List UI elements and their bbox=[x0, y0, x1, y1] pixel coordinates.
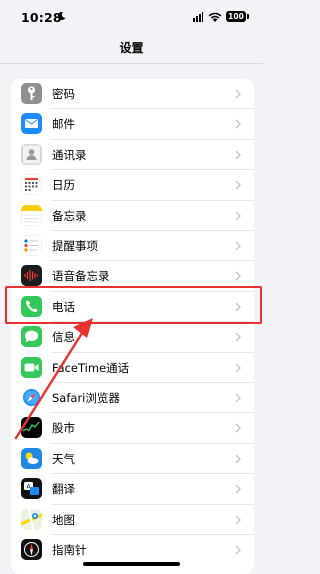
settings-item-label: 提醒事项 bbox=[52, 239, 98, 253]
chevron-right-icon bbox=[235, 332, 241, 342]
chevron-right-icon bbox=[235, 515, 241, 525]
highlight-box bbox=[5, 286, 262, 324]
settings-item-label: 天气 bbox=[52, 451, 75, 466]
weather-icon bbox=[21, 447, 42, 469]
chevron-right-icon bbox=[235, 211, 241, 221]
reminders-icon bbox=[21, 235, 42, 256]
battery-cap bbox=[247, 14, 249, 19]
settings-item-label: 股市 bbox=[52, 421, 75, 436]
home-indicator bbox=[83, 562, 180, 566]
dual-sim-icon bbox=[193, 12, 203, 22]
settings-item-label: 信息 bbox=[52, 330, 75, 345]
settings-item-label: 邮件 bbox=[52, 117, 75, 132]
settings-item-stocks[interactable]: 股市 bbox=[11, 413, 254, 444]
page-title: 设置 bbox=[119, 41, 144, 55]
settings-item-notes[interactable]: 备忘录 bbox=[11, 201, 254, 231]
status-time: 10:28 bbox=[21, 10, 62, 25]
settings-item-calendar[interactable]: 日历 bbox=[11, 170, 254, 201]
settings-item-label: 翻译 bbox=[52, 482, 75, 497]
settings-item-safari[interactable]: Safari浏览器 bbox=[11, 383, 254, 414]
settings-item-label: 指南针 bbox=[52, 543, 87, 557]
settings-item-messages[interactable]: 信息 bbox=[11, 322, 254, 353]
settings-item-label: 备忘录 bbox=[52, 208, 87, 223]
settings-item-contacts[interactable]: 通讯录 bbox=[11, 140, 254, 171]
contacts-icon bbox=[21, 143, 42, 165]
chevron-right-icon bbox=[235, 363, 241, 373]
calendar-icon bbox=[21, 174, 42, 196]
status-bar: 10:28 100 bbox=[0, 0, 263, 34]
key-icon bbox=[21, 83, 42, 104]
maps-icon bbox=[21, 508, 42, 530]
chevron-right-icon bbox=[235, 119, 241, 129]
battery-indicator: 100 bbox=[226, 11, 246, 22]
settings-item-facetime[interactable]: FaceTime通话 bbox=[11, 353, 254, 383]
settings-item-label: Safari浏览器 bbox=[52, 391, 120, 405]
chevron-right-icon bbox=[235, 545, 241, 555]
settings-item-label: 地图 bbox=[52, 512, 75, 527]
chevron-right-icon bbox=[235, 393, 241, 403]
settings-item-reminders[interactable]: 提醒事项 bbox=[11, 231, 254, 262]
chevron-right-icon bbox=[235, 89, 241, 99]
stocks-icon bbox=[21, 417, 42, 439]
facetime-icon bbox=[21, 356, 42, 378]
settings-item-label: 通讯录 bbox=[52, 147, 87, 162]
mail-icon bbox=[21, 113, 42, 135]
compass-icon bbox=[21, 539, 42, 560]
translate-icon: A bbox=[21, 478, 42, 500]
header-divider bbox=[0, 63, 263, 64]
voice-memos-icon bbox=[21, 265, 42, 287]
settings-item-mail[interactable]: 邮件 bbox=[11, 109, 254, 140]
chevron-right-icon bbox=[235, 271, 241, 281]
settings-item-maps[interactable]: 地图 bbox=[11, 505, 254, 535]
safari-icon bbox=[21, 387, 42, 408]
settings-item-compass[interactable]: 指南针 bbox=[11, 535, 254, 565]
settings-item-weather[interactable]: 天气 bbox=[11, 444, 254, 475]
chevron-right-icon bbox=[235, 180, 241, 190]
chevron-right-icon bbox=[235, 454, 241, 464]
settings-item-label: 密码 bbox=[52, 87, 75, 101]
chevron-right-icon bbox=[235, 423, 241, 433]
settings-item-label: FaceTime通话 bbox=[52, 360, 130, 375]
chevron-right-icon bbox=[235, 241, 241, 251]
messages-icon bbox=[21, 326, 42, 348]
notes-icon bbox=[21, 204, 42, 226]
wifi-icon bbox=[208, 12, 222, 22]
settings-item-passwords[interactable]: 密码 bbox=[11, 79, 254, 110]
moon-icon bbox=[57, 11, 66, 20]
chevron-right-icon bbox=[235, 150, 241, 160]
chevron-right-icon bbox=[235, 484, 241, 494]
settings-list: 密码 邮件 通讯录 日历 备忘录 提醒事项 语音备忘录 电话 信息 FaceTi… bbox=[11, 79, 254, 574]
settings-item-translate[interactable]: A 翻译 bbox=[11, 474, 254, 505]
settings-item-label: 日历 bbox=[52, 178, 75, 193]
